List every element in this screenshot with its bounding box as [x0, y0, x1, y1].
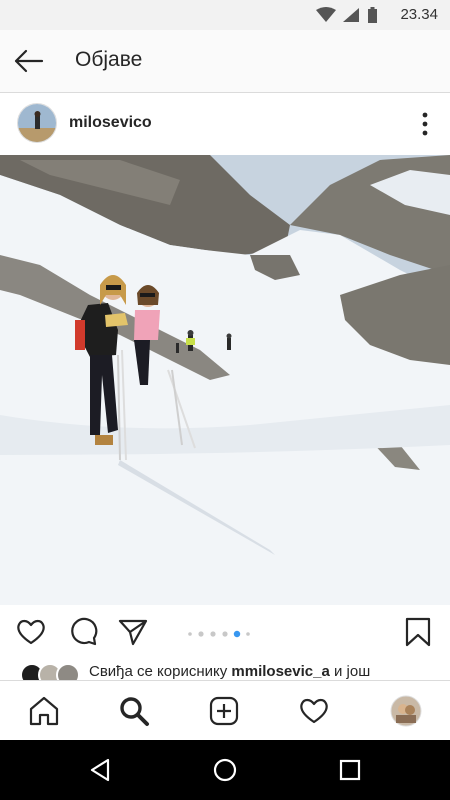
status-time: 23.34: [400, 6, 438, 23]
system-nav-bar: [0, 740, 450, 800]
battery-icon: [368, 9, 377, 23]
wifi-icon: [316, 7, 336, 22]
carousel-dot: [210, 631, 216, 637]
carousel-dot-active: [233, 630, 241, 638]
likes-user[interactable]: mmilosevic_a: [231, 663, 329, 680]
post-header: milosevico: [0, 93, 450, 155]
share-send-icon[interactable]: [117, 616, 149, 648]
profile-avatar[interactable]: [390, 695, 422, 727]
post-photo[interactable]: [0, 155, 450, 605]
status-bar: 23.34: [0, 0, 450, 30]
arrow-left-icon[interactable]: [10, 44, 46, 78]
likes-row: Свиђа се кориснику mmilosevic_a и још: [0, 660, 450, 682]
app-bar: Објаве: [0, 30, 450, 93]
more-options-icon[interactable]: [420, 111, 430, 137]
status-icons: [316, 7, 377, 23]
carousel-dot: [198, 631, 204, 637]
post-actions: [0, 606, 450, 660]
search-icon[interactable]: [118, 695, 150, 727]
carousel-dot: [222, 631, 228, 637]
add-post-icon[interactable]: [208, 695, 240, 727]
home-icon[interactable]: [28, 695, 60, 727]
home-circle-icon[interactable]: [212, 757, 238, 783]
heart-icon[interactable]: [298, 695, 330, 727]
recents-square-icon[interactable]: [337, 757, 363, 783]
carousel-dots: [188, 630, 250, 638]
bottom-nav: [0, 680, 450, 741]
username[interactable]: milosevico: [69, 114, 152, 132]
back-triangle-icon[interactable]: [88, 757, 114, 783]
comment-icon[interactable]: [67, 616, 99, 648]
likes-prefix: Свиђа се кориснику: [89, 663, 232, 680]
avatar[interactable]: [17, 103, 57, 143]
carousel-dot: [188, 632, 192, 636]
heart-like-icon[interactable]: [15, 616, 47, 648]
bookmark-icon[interactable]: [402, 616, 434, 648]
page-title: Објаве: [75, 48, 143, 71]
carousel-dot: [246, 632, 250, 636]
likes-text[interactable]: Свиђа се кориснику mmilosevic_a и још: [89, 663, 370, 680]
likes-suffix: и још: [329, 663, 371, 680]
signal-icon: [343, 8, 359, 22]
